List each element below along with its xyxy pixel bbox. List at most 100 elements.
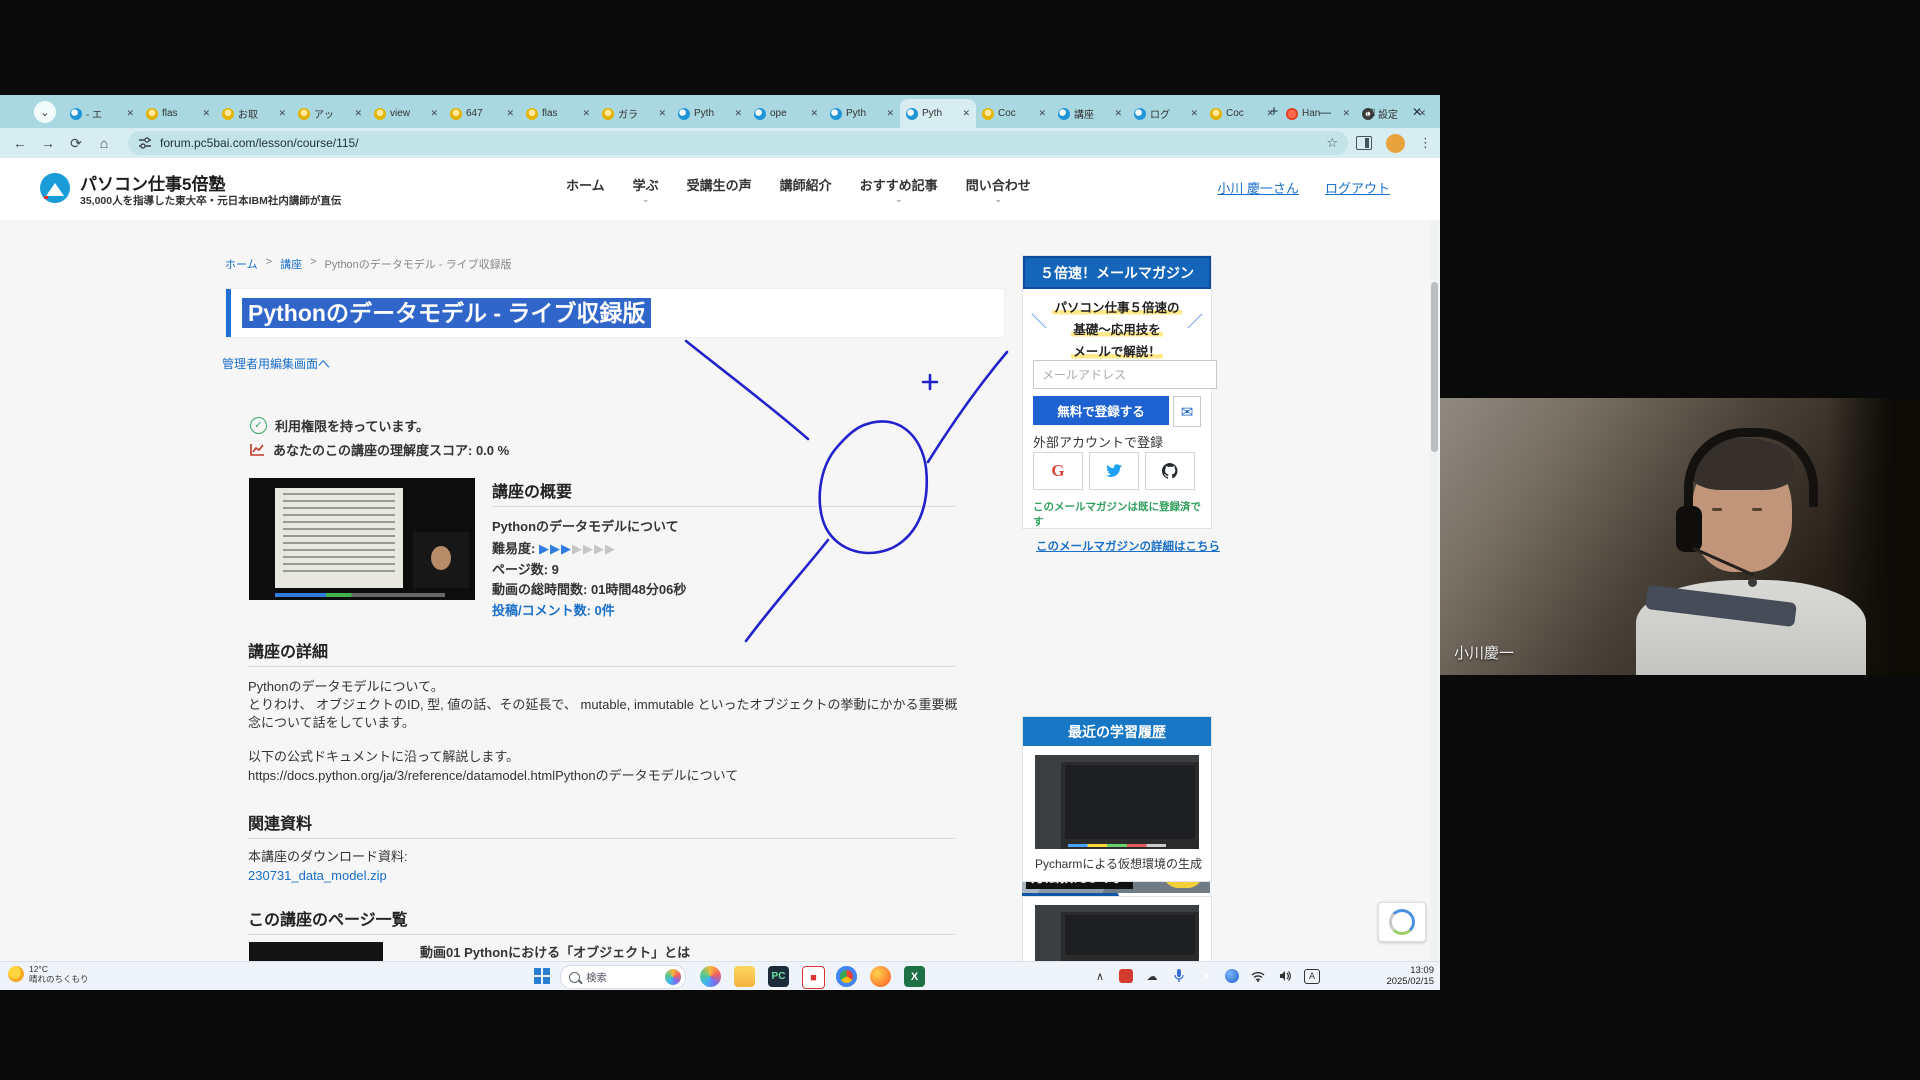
- external-account-label: 外部アカウントで登録: [1033, 432, 1163, 451]
- browser-tab[interactable]: flas✕: [140, 99, 216, 128]
- browser-tab[interactable]: ログ✕: [1128, 99, 1204, 128]
- copilot-ball-tray-icon[interactable]: [1225, 969, 1239, 983]
- browser-menu-icon[interactable]: ⋮: [1419, 135, 1432, 151]
- tab-close-icon[interactable]: ✕: [886, 108, 894, 119]
- browser-tab[interactable]: Coc✕: [976, 99, 1052, 128]
- new-tab-button[interactable]: +: [1262, 99, 1286, 123]
- explorer-taskbar-icon[interactable]: [734, 966, 755, 987]
- recaptcha-badge[interactable]: [1378, 902, 1426, 942]
- history-item-2-thumbnail[interactable]: [1035, 905, 1199, 961]
- nav-item-学ぶ[interactable]: 学ぶ⌄: [633, 175, 659, 204]
- minimize-button[interactable]: —: [1302, 105, 1348, 119]
- magazine-detail-link[interactable]: このメールマガジンの詳細はこちら: [1036, 538, 1220, 554]
- browser-tab[interactable]: Pyth✕: [672, 99, 748, 128]
- tab-close-icon[interactable]: ✕: [582, 108, 590, 119]
- user-name-link[interactable]: 小川 慶一さん: [1217, 178, 1299, 197]
- tab-close-icon[interactable]: ✕: [810, 108, 818, 119]
- firefox-taskbar-icon[interactable]: [870, 966, 891, 987]
- site-info-icon[interactable]: [138, 136, 152, 150]
- nav-item-講師紹介[interactable]: 講師紹介: [780, 175, 832, 204]
- nav-item-おすすめ記事[interactable]: おすすめ記事⌄: [860, 175, 938, 204]
- history-item-title[interactable]: Pycharmによる仮想環境の生成: [1035, 855, 1202, 872]
- excel-taskbar-icon[interactable]: X: [904, 966, 925, 987]
- pycharm-taskbar-icon[interactable]: PC: [768, 966, 789, 987]
- tab-close-icon[interactable]: ✕: [1114, 108, 1122, 119]
- browser-tab[interactable]: 647✕: [444, 99, 520, 128]
- start-button[interactable]: [534, 968, 550, 984]
- side-panel-icon[interactable]: [1356, 136, 1372, 150]
- meet-tray-icon[interactable]: [1119, 969, 1133, 983]
- tab-close-icon[interactable]: ✕: [430, 108, 438, 119]
- browser-tab[interactable]: Pyth✕: [824, 99, 900, 128]
- back-button[interactable]: ←: [6, 135, 34, 151]
- download-zip-link[interactable]: 230731_data_model.zip: [248, 867, 387, 885]
- browser-tab[interactable]: Pyth✕: [900, 99, 976, 128]
- breadcrumb-item: Pythonのデータモデル - ライブ収録版: [325, 256, 512, 272]
- taskbar-search[interactable]: 検索: [560, 965, 686, 989]
- tab-close-icon[interactable]: ✕: [1038, 108, 1046, 119]
- logout-link[interactable]: ログアウト: [1325, 178, 1390, 197]
- onedrive-paused-tray-icon[interactable]: ☁: [1144, 968, 1160, 984]
- browser-tab[interactable]: ope✕: [748, 99, 824, 128]
- maximize-button[interactable]: □: [1348, 105, 1394, 119]
- nav-item-受講生の声[interactable]: 受講生の声: [687, 175, 752, 204]
- google-login-button[interactable]: G: [1033, 452, 1083, 490]
- tab-close-icon[interactable]: ✕: [1190, 108, 1198, 119]
- github-login-button[interactable]: [1145, 452, 1195, 490]
- browser-tab[interactable]: - エ✕: [64, 99, 140, 128]
- close-tray-icon[interactable]: ✕: [1198, 968, 1214, 984]
- reload-button[interactable]: ⟳: [62, 135, 90, 152]
- page-list-item-thumbnail[interactable]: [249, 942, 383, 961]
- copilot-taskbar-icon[interactable]: [700, 966, 721, 987]
- profile-avatar[interactable]: [1386, 134, 1405, 153]
- scrollbar-thumb[interactable]: [1431, 282, 1438, 452]
- browser-tab[interactable]: view ✕: [368, 99, 444, 128]
- nav-item-ホーム[interactable]: ホーム: [566, 175, 605, 204]
- page-list-heading: この講座のページ一覧: [248, 906, 408, 930]
- nav-item-問い合わせ[interactable]: 問い合わせ⌄: [966, 175, 1031, 204]
- breadcrumb-item[interactable]: 講座: [280, 256, 302, 272]
- tab-close-icon[interactable]: ✕: [734, 108, 742, 119]
- home-button[interactable]: ⌂: [90, 135, 118, 151]
- chrome-taskbar-icon[interactable]: [836, 966, 857, 987]
- bookmark-star-icon[interactable]: ☆: [1326, 135, 1338, 151]
- breadcrumb-item[interactable]: ホーム: [225, 256, 258, 272]
- browser-tab[interactable]: お取✕: [216, 99, 292, 128]
- admin-edit-link[interactable]: 管理者用編集画面へ: [222, 355, 330, 372]
- browser-tab[interactable]: flas✕: [520, 99, 596, 128]
- microphone-tray-icon[interactable]: [1171, 968, 1187, 984]
- comments-link[interactable]: 投稿/コメント数: 0件: [492, 602, 615, 620]
- tab-close-icon[interactable]: ✕: [202, 108, 210, 119]
- wifi-tray-icon[interactable]: [1250, 968, 1266, 984]
- tab-close-icon[interactable]: ✕: [126, 108, 134, 119]
- tab-search-button[interactable]: ⌄: [34, 101, 56, 123]
- close-button[interactable]: ✕: [1394, 105, 1440, 119]
- notes-taskbar-icon[interactable]: ■: [802, 966, 825, 989]
- browser-tab[interactable]: 講座✕: [1052, 99, 1128, 128]
- page-scrollbar[interactable]: [1430, 220, 1439, 961]
- address-bar[interactable]: forum.pc5bai.com/lesson/course/115/ ☆: [128, 131, 1348, 155]
- tab-close-icon[interactable]: ✕: [962, 108, 970, 119]
- volume-tray-icon[interactable]: [1277, 968, 1293, 984]
- history-item-thumbnail[interactable]: [1035, 755, 1199, 849]
- ime-tray-icon[interactable]: A: [1304, 969, 1320, 984]
- page-list-item-title[interactable]: 動画01 Pythonにおける「オブジェクト」とは: [420, 944, 690, 961]
- taskbar-clock[interactable]: 13:09 2025/02/15: [1386, 965, 1434, 987]
- tab-label: view: [390, 108, 426, 119]
- site-title[interactable]: パソコン仕事5倍塾: [80, 170, 225, 195]
- subscribe-button[interactable]: 無料で登録する: [1033, 396, 1169, 425]
- email-input[interactable]: メールアドレス: [1033, 360, 1217, 389]
- twitter-login-button[interactable]: [1089, 452, 1139, 490]
- forward-button[interactable]: →: [34, 135, 62, 151]
- site-logo[interactable]: [40, 173, 70, 203]
- chevron-up-tray-icon[interactable]: ∧: [1092, 968, 1108, 984]
- tab-close-icon[interactable]: ✕: [354, 108, 362, 119]
- taskbar-weather[interactable]: 12°C 晴れのちくもり: [8, 964, 89, 984]
- tab-close-icon[interactable]: ✕: [658, 108, 666, 119]
- tab-close-icon[interactable]: ✕: [506, 108, 514, 119]
- tab-close-icon[interactable]: ✕: [278, 108, 286, 119]
- browser-tab[interactable]: アッ✕: [292, 99, 368, 128]
- browser-tab[interactable]: ガラ✕: [596, 99, 672, 128]
- course-video-thumbnail[interactable]: [249, 478, 475, 600]
- window-controls: — □ ✕: [1302, 95, 1440, 128]
